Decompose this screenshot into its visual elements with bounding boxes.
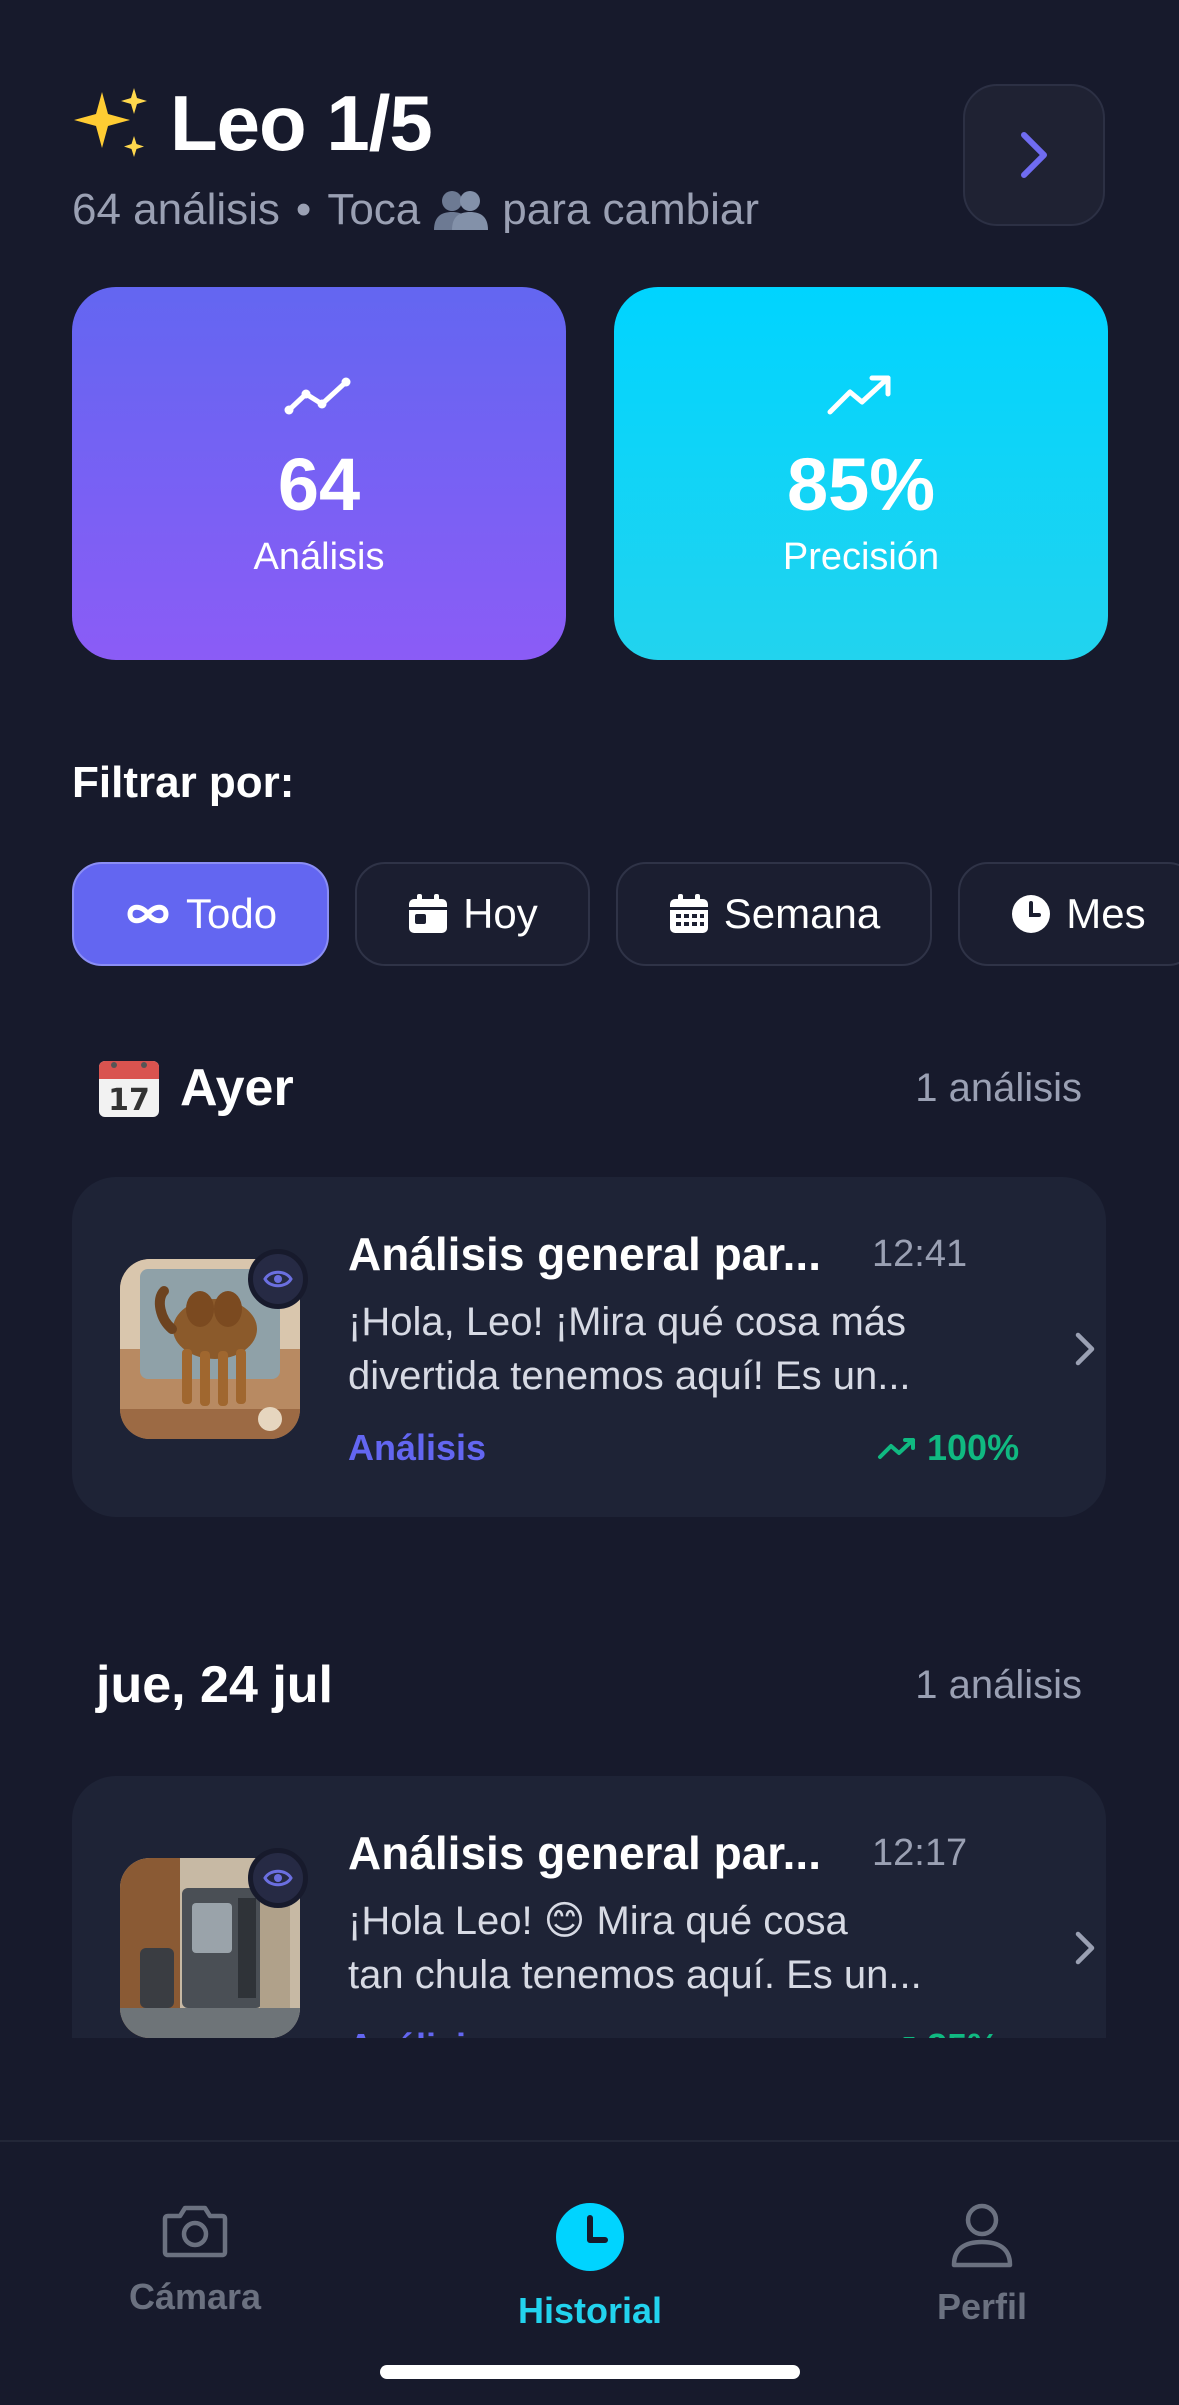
tab-label: Perfil: [936, 2286, 1028, 2327]
entry-score: 85%: [877, 2026, 999, 2038]
tab-label: Cámara: [128, 2276, 262, 2317]
filter-chips: Todo Hoy Semana Mes: [72, 862, 1179, 966]
precision-stat-card: 85% Precisión: [614, 287, 1108, 660]
history-entry[interactable]: Análisis general par... 12:17 ¡Hola Leo!…: [72, 1776, 1106, 2038]
section-count: 1 análisis: [915, 1662, 1082, 1707]
page-subtitle: 64 análisis • Toca para cambiar: [72, 185, 759, 235]
list-clip: Análisis general par... 12:17 ¡Hola Leo!…: [0, 1770, 1179, 2038]
history-clock-icon: [556, 2203, 624, 2271]
filter-title: Filtrar por:: [72, 758, 295, 807]
section-title-text: jue, 24 jul: [96, 1656, 333, 1714]
tab-perfil[interactable]: Perfil: [852, 2202, 1112, 2328]
filter-chip-label: Hoy: [463, 890, 538, 937]
change-text: para cambiar: [502, 185, 760, 234]
calendar-week-icon: [669, 894, 708, 933]
separator-dot: •: [295, 185, 312, 234]
calendar-emoji-icon: 17: [99, 1061, 159, 1118]
entry-type: Análisis: [348, 2026, 486, 2038]
entry-time: 12:17: [872, 1832, 968, 1874]
page-title: Leo 1/5: [170, 79, 433, 167]
next-child-button[interactable]: [963, 84, 1105, 226]
history-entry[interactable]: Análisis general par... 12:41 ¡Hola, Leo…: [72, 1177, 1106, 1517]
tab-label: Historial: [517, 2290, 663, 2331]
filter-chip-label: Semana: [723, 890, 881, 937]
section-title: jue, 24 jul: [96, 1655, 333, 1715]
people-icon: [434, 191, 489, 230]
entry-preview-line: ¡Hola Leo! 😊 Mira qué cosa: [348, 1899, 848, 1943]
entry-preview-line: ¡Hola, Leo! ¡Mira qué cosa más: [348, 1300, 907, 1344]
trending-up-icon: [878, 1438, 915, 1459]
entry-title: Análisis general par...: [348, 1228, 821, 1280]
infinity-icon: [127, 904, 169, 924]
filter-chip-semana[interactable]: Semana: [615, 862, 933, 966]
svg-text:17: 17: [108, 1083, 150, 1118]
analysis-count-text: 64 análisis: [72, 185, 280, 234]
eye-icon: [263, 1270, 293, 1288]
calendar-day-icon: [409, 894, 448, 933]
filter-chip-mes[interactable]: Mes: [958, 862, 1179, 966]
chevron-right-icon: [1075, 1332, 1095, 1366]
filter-chip-label: Mes: [1066, 890, 1146, 937]
filter-chip-hoy[interactable]: Hoy: [355, 862, 590, 966]
sparkles-icon: [74, 87, 147, 157]
section-title: 17 Ayer: [96, 1055, 294, 1121]
filter-chip-todo[interactable]: Todo: [72, 862, 330, 966]
section-header-jue-24-jul: jue, 24 jul 1 análisis: [96, 1655, 1082, 1715]
analysis-stat-label: Análisis: [253, 536, 385, 578]
analysis-stat-card: 64 Análisis: [72, 287, 566, 660]
entry-preview: ¡Hola, Leo! ¡Mira qué cosa más divertida…: [348, 1295, 968, 1403]
entry-score-value: 85%: [927, 2026, 999, 2038]
tab-historial[interactable]: Historial: [460, 2202, 720, 2332]
entry-preview-line: tan chula tenemos aquí. Es un...: [348, 1953, 922, 1997]
tab-camara[interactable]: Cámara: [65, 2202, 325, 2318]
entry-type: Análisis: [348, 1427, 487, 1468]
eye-badge: [248, 1249, 308, 1309]
entry-time: 12:41: [872, 1233, 968, 1275]
tap-text: Toca: [327, 185, 421, 234]
home-indicator[interactable]: [380, 2365, 800, 2379]
eye-icon: [263, 1869, 293, 1887]
clock-icon: [1012, 895, 1051, 933]
precision-stat-label: Precisión: [782, 536, 940, 578]
camera-icon: [162, 2205, 228, 2258]
entry-preview-line: divertida tenemos aquí! Es un...: [348, 1354, 911, 1398]
section-header-ayer: 17 Ayer 1 análisis: [96, 1055, 1082, 1121]
entry-score: 100%: [877, 1427, 1019, 1469]
analysis-stat-value: 64: [277, 443, 361, 526]
precision-stat-value: 85%: [786, 443, 936, 526]
entry-title: Análisis general par...: [348, 1827, 821, 1879]
trending-up-icon: [903, 2037, 915, 2038]
eye-badge: [248, 1848, 308, 1908]
entry-preview: ¡Hola Leo! 😊 Mira qué cosa tan chula ten…: [348, 1894, 968, 2002]
trending-up-icon: [827, 375, 891, 415]
chevron-right-icon: [1075, 1931, 1095, 1965]
person-icon: [951, 2203, 1013, 2268]
section-title-text: Ayer: [180, 1059, 294, 1117]
entry-score-value: 100%: [927, 1427, 1020, 1468]
page-header: Leo 1/5: [72, 78, 433, 169]
activity-icon: [284, 377, 351, 415]
filter-chip-label: Todo: [186, 890, 278, 937]
chevron-right-icon: [1021, 132, 1047, 178]
section-count: 1 análisis: [915, 1065, 1082, 1110]
